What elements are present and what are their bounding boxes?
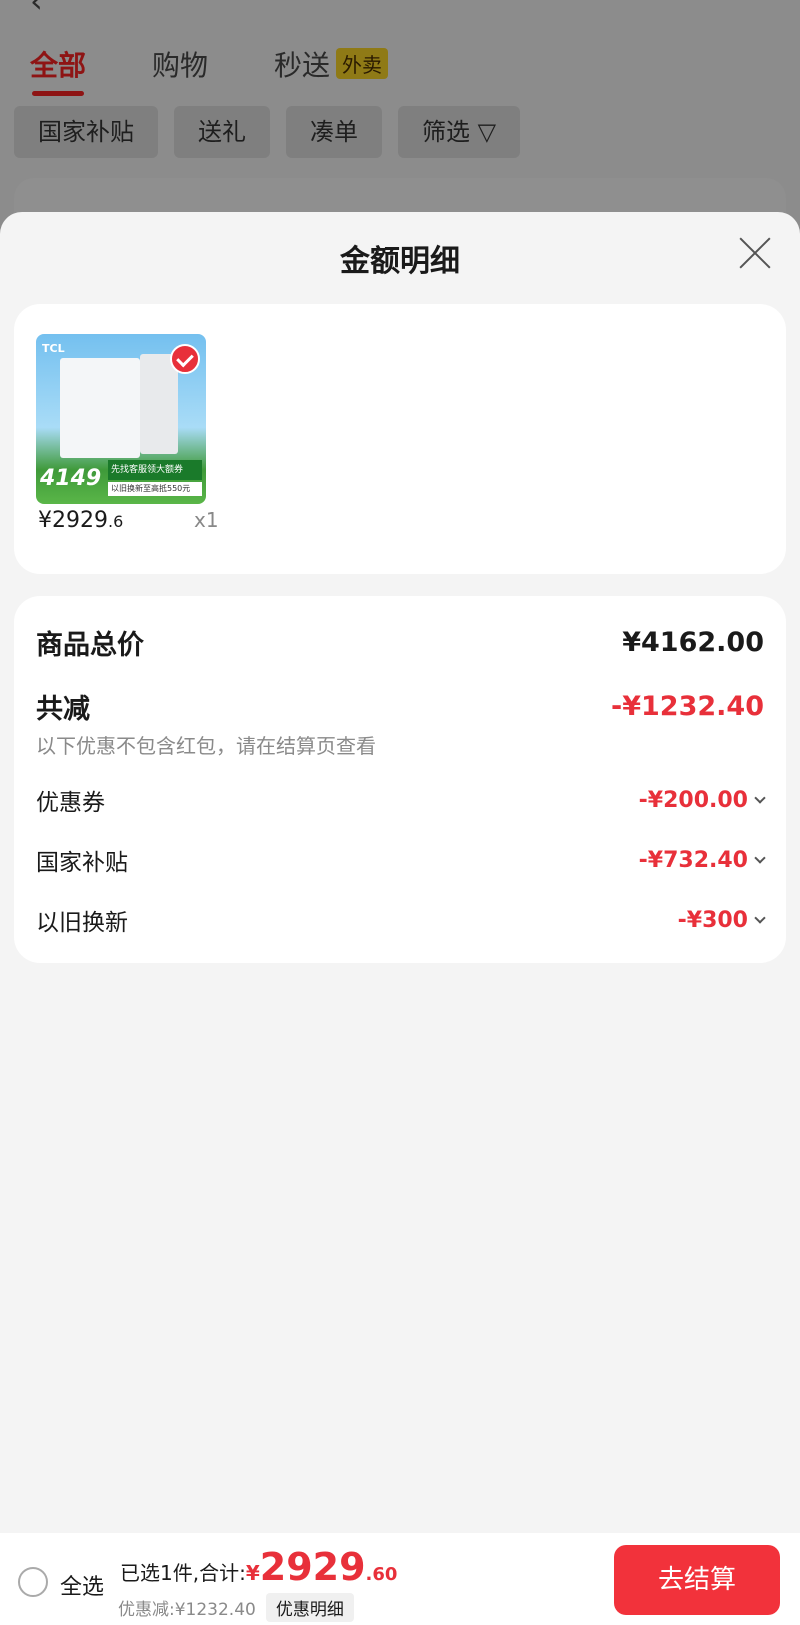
total-value: ¥4162.00 [622, 626, 764, 658]
product-image-unit [60, 358, 140, 458]
trade-in-row[interactable]: 以旧换新 -¥300 [36, 901, 766, 939]
selected-check-icon[interactable] [170, 344, 200, 374]
total-label: 商品总价 [36, 629, 144, 661]
total-currency: ¥ [245, 1561, 260, 1585]
chip-combine-order: 凑单 [286, 106, 382, 158]
reduce-value: -¥1232.40 [611, 690, 764, 722]
select-all-label[interactable]: 全选 [60, 1569, 104, 1601]
chip-gift: 送礼 [174, 106, 270, 158]
close-icon[interactable] [738, 236, 772, 270]
back-arrow-icon: ‹ [30, 0, 43, 20]
background-tabs: 全部 购物 秒送 外卖 [30, 44, 454, 96]
chevron-down-icon[interactable] [754, 792, 766, 804]
discount-detail-button[interactable]: 优惠明细 [265, 1593, 354, 1622]
product-quantity: x1 [194, 508, 219, 532]
tab-instant-delivery: 秒送 外卖 [274, 44, 389, 84]
product-image[interactable]: TCL 4149 先找客服领大额券 以旧换新至高抵550元 [36, 334, 206, 504]
checkout-button[interactable]: 去结算 [614, 1545, 780, 1615]
national-subsidy-label: 国家补贴 [36, 850, 128, 876]
saving-line: 优惠减:¥1232.40 优惠明细 [118, 1593, 354, 1622]
product-price-dec: .6 [108, 512, 124, 531]
trade-in-value-wrap: -¥300 [677, 907, 766, 933]
trade-in-value: -¥300 [677, 907, 748, 933]
national-subsidy-value: -¥732.40 [638, 847, 748, 873]
total-amount-decimal: .60 [365, 1564, 398, 1585]
national-subsidy-row[interactable]: 国家补贴 -¥732.40 [36, 841, 766, 879]
coupon-value: -¥200.00 [638, 787, 748, 813]
product-price: ¥2929.6 [38, 508, 123, 533]
product-image-banner: 先找客服领大额券 [108, 460, 202, 480]
tab-all: 全部 [30, 44, 86, 96]
tab-instant-delivery-label: 秒送 [274, 49, 331, 82]
total-amount: 2929 [259, 1545, 366, 1589]
discount-note: 以下优惠不包含红包，请在结算页查看 [36, 734, 376, 758]
product-card: TCL 4149 先找客服领大额券 以旧换新至高抵550元 ¥2929.6 x1 [14, 304, 786, 574]
checkout-bar: 全选 已选1件,合计: ¥ 2929 .60 优惠减:¥1232.40 优惠明细… [0, 1533, 800, 1625]
trade-in-label: 以旧换新 [36, 910, 128, 936]
saving-text: 优惠减:¥1232.40 [118, 1600, 256, 1620]
total-row: 商品总价 ¥4162.00 [36, 622, 764, 662]
total-prefix: 已选1件,合计: [120, 1561, 246, 1585]
price-summary-card: 商品总价 ¥4162.00 共减 -¥1232.40 以下优惠不包含红包，请在结… [14, 596, 786, 963]
background-filter-chips: 国家补贴 送礼 凑单 筛选 ▽ [14, 106, 536, 158]
product-price-int: ¥2929 [38, 508, 108, 533]
product-image-banner2: 以旧换新至高抵550元 [108, 482, 202, 496]
total-line: 已选1件,合计: ¥ 2929 .60 [120, 1545, 397, 1589]
product-image-unit-side [140, 354, 178, 454]
product-image-price: 4149 [40, 466, 102, 491]
chevron-down-icon[interactable] [754, 852, 766, 864]
national-subsidy-value-wrap: -¥732.40 [638, 847, 766, 873]
coupon-row[interactable]: 优惠券 -¥200.00 [36, 781, 766, 819]
chevron-down-icon[interactable] [754, 912, 766, 924]
sheet-header: 金额明细 [0, 212, 800, 304]
coupon-value-wrap: -¥200.00 [638, 787, 766, 813]
chip-filter: 筛选 ▽ [398, 106, 521, 158]
reduce-label: 共减 [36, 693, 90, 725]
amount-detail-sheet: 金额明细 TCL 4149 先找客服领大额券 以旧换新至高抵550元 ¥2929… [0, 212, 800, 1625]
reduce-row: 共减 -¥1232.40 [36, 686, 764, 726]
takeout-badge: 外卖 [336, 48, 389, 79]
tab-shopping: 购物 [152, 49, 209, 82]
product-image-brand: TCL [42, 342, 65, 355]
select-all-radio[interactable] [18, 1567, 48, 1597]
sheet-title: 金额明细 [340, 244, 460, 279]
coupon-label: 优惠券 [36, 790, 105, 816]
chip-national-subsidy: 国家补贴 [14, 106, 158, 158]
